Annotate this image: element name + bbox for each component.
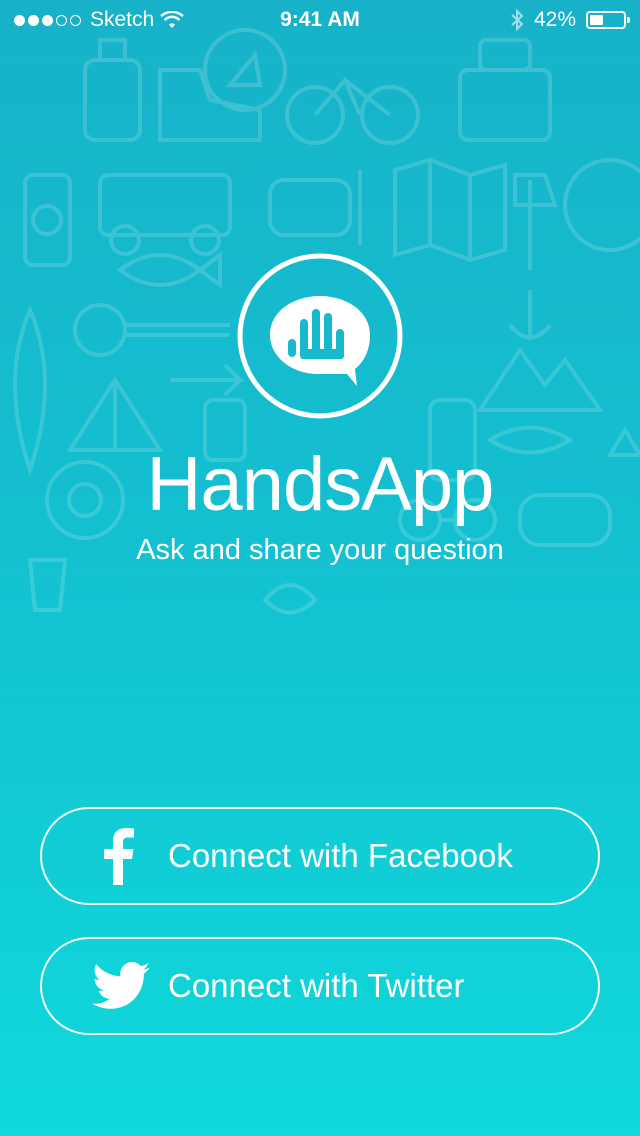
- connect-twitter-button[interactable]: Connect with Twitter: [40, 937, 600, 1035]
- status-right: 42%: [510, 8, 630, 32]
- battery-percent: 42%: [533, 8, 576, 31]
- chat-hand-logo-icon: [237, 253, 403, 419]
- battery-icon: [586, 11, 630, 29]
- facebook-icon: [104, 828, 134, 885]
- login-screen: Sketch 9:41 AM 42% HandsApp Ask and shar…: [0, 0, 640, 1136]
- facebook-button-label: Connect with Facebook: [168, 837, 513, 874]
- twitter-bird-icon: [92, 962, 150, 1009]
- status-bar: Sketch 9:41 AM 42%: [0, 0, 640, 40]
- bluetooth-icon: [511, 9, 524, 31]
- app-title: HandsApp: [146, 442, 495, 527]
- app-tagline: Ask and share your question: [136, 534, 504, 566]
- twitter-button-label: Connect with Twitter: [168, 967, 465, 1004]
- battery-level-fill: [590, 15, 604, 25]
- connect-facebook-button[interactable]: Connect with Facebook: [40, 807, 600, 905]
